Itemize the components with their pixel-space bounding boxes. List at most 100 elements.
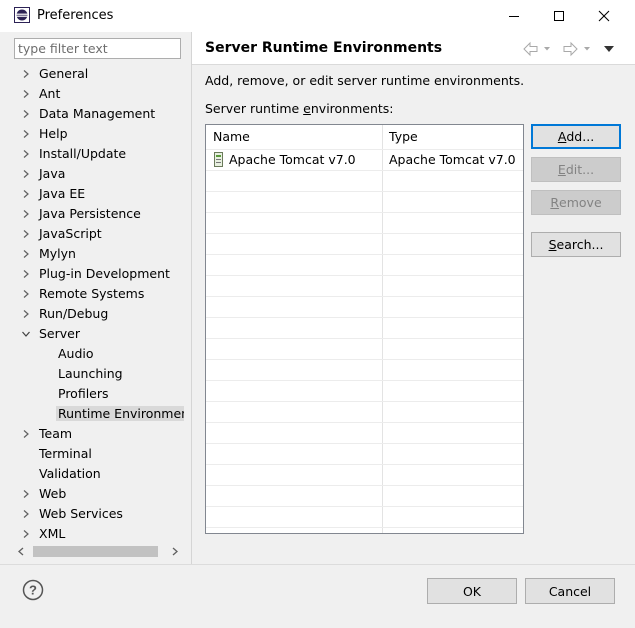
chevron-right-icon[interactable] — [21, 104, 31, 124]
edit-button[interactable]: Edit... — [531, 157, 621, 182]
page-description: Add, remove, or edit server runtime envi… — [205, 73, 525, 88]
ok-button[interactable]: OK — [427, 578, 517, 604]
pane-divider[interactable] — [191, 32, 192, 564]
scroll-left-icon[interactable] — [17, 547, 25, 556]
tree-item[interactable]: Java Persistence — [23, 204, 141, 224]
forward-button[interactable] — [562, 41, 592, 60]
tree-item-label: Help — [39, 126, 68, 141]
search-button[interactable]: Search... — [531, 232, 621, 257]
column-header-name[interactable]: Name — [206, 125, 382, 149]
back-button[interactable] — [522, 41, 552, 60]
scrollbar-thumb[interactable] — [33, 546, 158, 557]
close-icon — [598, 10, 610, 21]
row-divider — [206, 527, 523, 528]
view-menu-button[interactable] — [603, 43, 615, 58]
chevron-right-icon[interactable] — [21, 484, 31, 504]
tree-item[interactable]: Ant — [23, 84, 61, 104]
preference-tree[interactable]: General Ant Data Management Help Install/Upd… — [14, 64, 184, 544]
tree-item-label: Java — [39, 166, 66, 181]
row-divider — [206, 317, 523, 318]
tree-item[interactable]: Install/Update — [23, 144, 127, 164]
tree-item-label: Install/Update — [39, 146, 127, 161]
remove-button[interactable]: Remove — [531, 190, 621, 215]
row-divider — [206, 485, 523, 486]
tree-item-label: Java EE — [39, 186, 86, 201]
chevron-right-icon[interactable] — [21, 424, 31, 444]
chevron-right-icon[interactable] — [21, 504, 31, 524]
chevron-right-icon[interactable] — [21, 184, 31, 204]
row-divider — [206, 380, 523, 381]
tree-item[interactable]: Profilers — [58, 384, 109, 404]
tree-item[interactable]: Java — [23, 164, 66, 184]
tree-item-label: JavaScript — [39, 226, 102, 241]
chevron-right-icon[interactable] — [21, 144, 31, 164]
scroll-right-icon[interactable] — [171, 547, 179, 556]
tree-item[interactable]: Web Services — [23, 504, 123, 524]
tree-item[interactable]: Launching — [58, 364, 123, 384]
minimize-button[interactable] — [491, 0, 537, 31]
tree-item[interactable]: Web — [23, 484, 67, 504]
tree-item[interactable]: Audio — [58, 344, 94, 364]
tree-item[interactable]: Run/Debug — [23, 304, 109, 324]
tree-item[interactable]: Terminal — [39, 444, 92, 464]
svg-text:?: ? — [29, 583, 37, 598]
tree-item-label: Run/Debug — [39, 306, 109, 321]
add-button[interactable]: Add... — [531, 124, 621, 149]
back-arrow-icon — [523, 41, 550, 57]
forward-arrow-icon — [563, 41, 590, 57]
chevron-right-icon[interactable] — [21, 224, 31, 244]
chevron-right-icon[interactable] — [21, 244, 31, 264]
footer-separator — [0, 564, 635, 565]
chevron-down-icon[interactable] — [21, 324, 31, 344]
table-row[interactable]: Apache Tomcat v7.0 Apache Tomcat v7.0 — [206, 149, 523, 170]
tree-item-label: Ant — [39, 86, 61, 101]
tree-item[interactable]: Data Management — [23, 104, 156, 124]
tree-item-label: Java Persistence — [39, 206, 141, 221]
tree-item[interactable]: General — [23, 64, 88, 84]
help-icon: ? — [22, 579, 44, 601]
chevron-right-icon[interactable] — [21, 84, 31, 104]
view-menu-icon — [604, 46, 614, 52]
help-button[interactable]: ? — [22, 579, 44, 604]
tree-item-label: Terminal — [39, 446, 92, 461]
runtime-table[interactable]: Name Type Apache Tomcat v7.0 Apache Tomca… — [205, 124, 524, 534]
row-divider — [206, 338, 523, 339]
table-label: Server runtime environments: — [205, 101, 394, 116]
tree-item-label: Data Management — [39, 106, 156, 121]
row-divider — [206, 506, 523, 507]
tree-item[interactable]: XML — [23, 524, 65, 544]
tree-item[interactable]: Runtime Environment — [56, 404, 184, 424]
tree-item[interactable]: Remote Systems — [23, 284, 144, 304]
row-divider — [206, 401, 523, 402]
row-divider — [206, 359, 523, 360]
row-divider — [206, 443, 523, 444]
cancel-button[interactable]: Cancel — [525, 578, 615, 604]
chevron-right-icon[interactable] — [21, 204, 31, 224]
close-button[interactable] — [581, 0, 627, 31]
tree-item[interactable]: JavaScript — [23, 224, 102, 244]
tree-item[interactable]: Server — [22, 324, 80, 344]
chevron-right-icon[interactable] — [21, 124, 31, 144]
tree-item-label: Profilers — [58, 386, 109, 401]
maximize-icon — [554, 10, 564, 21]
chevron-right-icon[interactable] — [21, 304, 31, 324]
tree-item-label: Plug-in Development — [39, 266, 170, 281]
chevron-right-icon[interactable] — [21, 64, 31, 84]
tree-item[interactable]: Mylyn — [23, 244, 76, 264]
chevron-right-icon[interactable] — [21, 264, 31, 284]
tree-item-label: Web — [39, 486, 67, 501]
row-divider — [206, 191, 523, 192]
column-header-type[interactable]: Type — [382, 125, 523, 149]
tree-item-label: Launching — [58, 366, 123, 381]
chevron-right-icon[interactable] — [21, 284, 31, 304]
chevron-right-icon[interactable] — [21, 164, 31, 184]
maximize-button[interactable] — [536, 0, 582, 31]
filter-input[interactable] — [14, 38, 181, 59]
tree-item[interactable]: Help — [23, 124, 68, 144]
tree-item-label: Team — [39, 426, 73, 441]
tree-item[interactable]: Validation — [39, 464, 101, 484]
tree-item[interactable]: Plug-in Development — [23, 264, 170, 284]
tree-item[interactable]: Team — [23, 424, 73, 444]
tree-item[interactable]: Java EE — [23, 184, 86, 204]
chevron-right-icon[interactable] — [21, 524, 31, 544]
